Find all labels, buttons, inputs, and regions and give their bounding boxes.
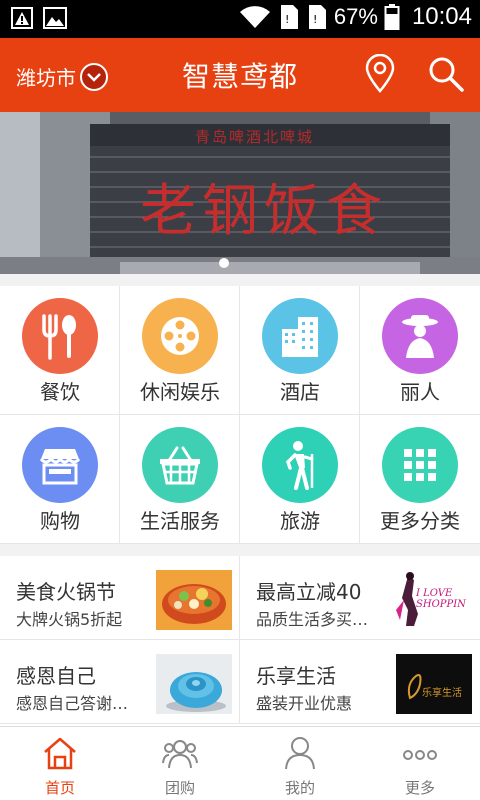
category-entertainment[interactable]: 休闲娱乐 [120,286,240,415]
city-selector[interactable]: 潍坊市 [16,62,108,91]
category-label: 更多分类 [380,509,460,533]
more-dots-icon [403,750,437,760]
grid-icon [404,449,436,481]
category-label: 酒店 [280,380,320,404]
shopping-image: I LOVE SHOPPING [390,570,466,630]
tab-group-buy[interactable]: 团购 [120,727,240,800]
tab-mine[interactable]: 我的 [240,727,360,800]
category-life-services[interactable]: 生活服务 [120,415,240,544]
battery-icon [384,4,400,30]
promo-title: 美食火锅节 [16,580,116,604]
carousel-dot-active[interactable] [219,258,229,268]
category-grid: 餐饮 休闲娱乐 酒店 丽人 购物 生活服务 旅游 更多分类 [0,286,480,544]
promo-subtitle: 感恩自己答谢… [16,694,129,713]
category-beauty[interactable]: 丽人 [360,286,480,415]
home-icon [44,737,76,770]
location-pin-icon[interactable] [362,54,398,94]
category-hotel[interactable]: 酒店 [240,286,360,415]
bottom-tab-bar: 首页 团购 我的 更多 [0,726,480,800]
fork-spoon-icon [42,314,76,360]
tab-more[interactable]: 更多 [360,727,480,800]
promo-card-enjoy-life[interactable]: 乐享生活 盛装开业优惠 乐享生活 [240,640,480,724]
clock: 10:04 [411,3,472,30]
promo-card-gratitude[interactable]: 感恩自己 感恩自己答谢… [0,640,240,724]
promo-card-discount[interactable]: 最高立减40 品质生活多买… I LOVE SHOPPING [240,556,480,640]
chevron-down-icon [80,62,108,91]
tab-home[interactable]: 首页 [0,727,120,800]
city-label: 潍坊市 [16,66,76,90]
category-label: 丽人 [400,380,440,404]
tab-label: 团购 [164,779,195,797]
tab-label: 更多 [404,779,435,797]
banner-sign-main: 老钢饭食 [140,179,388,244]
battery-percent: 67% [333,4,378,29]
category-dining[interactable]: 餐饮 [0,286,120,415]
cake-image [156,654,232,714]
promo-title: 最高立减40 [256,580,362,604]
sim-icon: ! [308,5,326,29]
category-travel[interactable]: 旅游 [240,415,360,544]
svg-text:!: ! [313,13,317,26]
promo-subtitle: 品质生活多买… [256,610,369,629]
sim-icon: ! [280,5,298,29]
storefront-icon [39,449,81,485]
warning-icon [11,7,33,29]
buildings-icon [282,317,318,357]
tab-label: 首页 [44,779,75,797]
promo-title: 感恩自己 [16,664,96,688]
category-label: 休闲娱乐 [140,380,220,404]
app-header: 潍坊市 智慧鸢都 [0,38,480,112]
svg-text:!: ! [285,13,289,26]
promo-card-hotpot[interactable]: 美食火锅节 大牌火锅5折起 [0,556,240,640]
category-label: 餐饮 [40,380,80,404]
promo-subtitle: 盛装开业优惠 [256,694,353,713]
hotpot-image [156,570,232,630]
shopping-image-text: I LOVE SHOPPING [416,588,466,610]
brand-logo-text: 乐享生活 [422,688,462,699]
category-label: 生活服务 [140,509,220,533]
tab-label: 我的 [284,779,315,797]
category-label: 旅游 [280,509,320,533]
image-icon [43,7,67,29]
banner-sign-top: 青岛啤酒北啤城 [195,128,315,146]
brand-logo-image: 乐享生活 [396,654,472,714]
wifi-icon [239,6,270,28]
person-icon [285,737,315,770]
search-icon[interactable] [426,54,466,94]
promo-section: 美食火锅节 大牌火锅5折起 最高立减40 品质生活多买… I LOVE SHOP… [0,556,480,726]
category-label: 购物 [40,509,80,533]
category-more[interactable]: 更多分类 [360,415,480,544]
category-shopping[interactable]: 购物 [0,415,120,544]
status-bar: ! ! 67% 10:04 [0,0,480,38]
hiker-icon [285,441,314,490]
basket-icon [160,446,200,485]
lady-hat-icon [402,315,438,358]
promo-subtitle: 大牌火锅5折起 [16,610,123,629]
banner-carousel[interactable]: 青岛啤酒北啤城 老钢饭食 [0,112,480,274]
promo-title: 乐享生活 [256,664,336,688]
film-reel-icon [161,317,199,355]
group-icon [162,740,198,769]
